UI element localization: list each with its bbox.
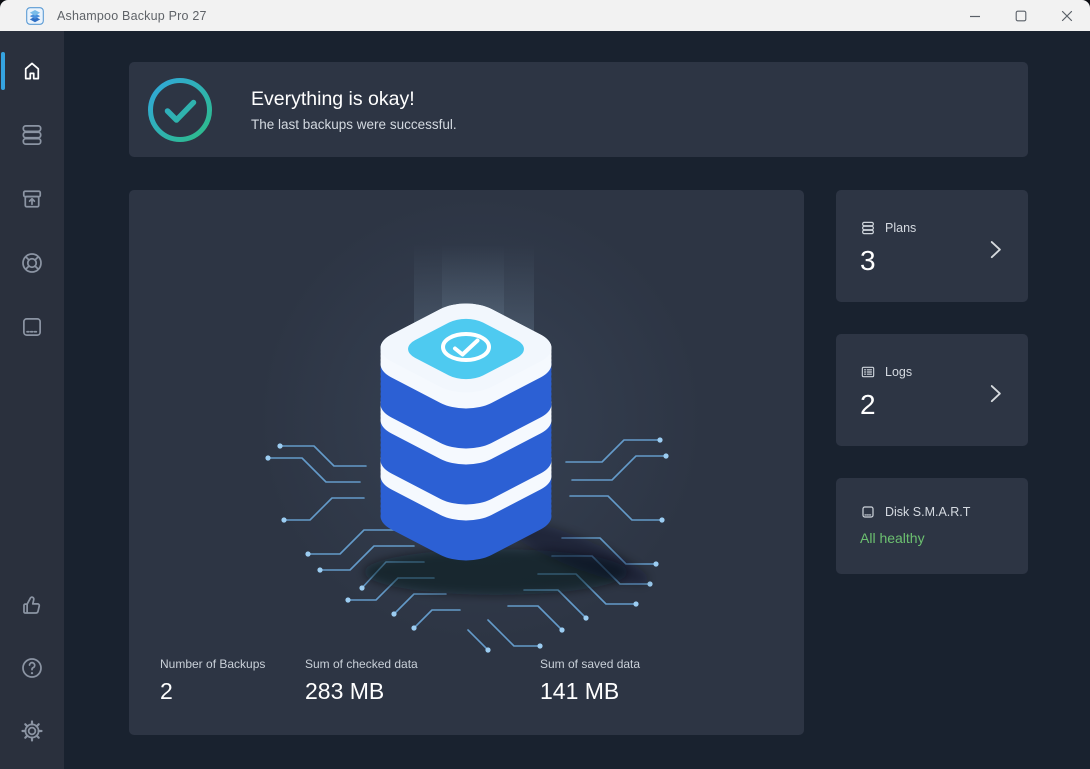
window-controls (952, 0, 1090, 31)
main-area: Everything is okay! The last backups wer… (64, 31, 1090, 769)
close-icon (1061, 10, 1073, 22)
sidebar (0, 31, 64, 769)
card-label: Logs (885, 365, 912, 379)
backup-stack-illustration (256, 230, 676, 670)
stat-saved-data: Sum of saved data 141 MB (540, 657, 640, 705)
card-label: Plans (885, 221, 916, 235)
maximize-button[interactable] (998, 0, 1044, 31)
minimize-button[interactable] (952, 0, 998, 31)
thumbs-up-icon (19, 592, 45, 618)
maximize-icon (1015, 10, 1027, 22)
banner-title: Everything is okay! (251, 88, 457, 111)
minimize-icon (969, 10, 981, 22)
app-logo-icon (26, 7, 44, 25)
banner-subtitle: The last backups were successful. (251, 117, 457, 132)
titlebar: Ashampoo Backup Pro 27 (0, 0, 1090, 31)
disk-smart-card[interactable]: Disk S.M.A.R.T All healthy (836, 478, 1028, 574)
hard-drive-icon (860, 504, 876, 520)
sidebar-item-restore[interactable] (0, 175, 64, 223)
drives-stack-icon (19, 122, 45, 148)
sidebar-bottom (0, 581, 64, 755)
window-title: Ashampoo Backup Pro 27 (57, 9, 207, 23)
question-circle-icon (19, 655, 45, 681)
plans-card[interactable]: Plans 3 (836, 190, 1028, 302)
overview-card: Number of Backups 2 Sum of checked data … (129, 190, 804, 735)
stat-value: 141 MB (540, 678, 640, 705)
stat-number-of-backups: Number of Backups 2 (160, 657, 305, 705)
chevron-right-icon (982, 235, 1008, 265)
logs-card[interactable]: Logs 2 (836, 334, 1028, 446)
log-list-icon (860, 364, 876, 380)
check-circle-icon (147, 77, 213, 143)
box-arrow-up-icon (19, 186, 45, 212)
home-icon (19, 58, 45, 84)
banner-text: Everything is okay! The last backups wer… (251, 88, 457, 132)
sidebar-item-backup-plans[interactable] (0, 111, 64, 159)
side-column: Plans 3 Logs (836, 190, 1028, 735)
sidebar-item-rate[interactable] (0, 581, 64, 629)
drives-stack-icon (860, 220, 876, 236)
gear-icon (19, 718, 45, 744)
sidebar-item-rescue[interactable] (0, 239, 64, 287)
stat-label: Number of Backups (160, 657, 305, 671)
app-window: Ashampoo Backup Pro 27 (0, 0, 1090, 769)
card-label: Disk S.M.A.R.T (885, 505, 970, 519)
sidebar-item-settings[interactable] (0, 707, 64, 755)
stat-checked-data: Sum of checked data 283 MB (305, 657, 540, 705)
status-banner: Everything is okay! The last backups wer… (129, 62, 1028, 157)
sidebar-item-disks[interactable] (0, 303, 64, 351)
stat-value: 2 (160, 678, 305, 705)
backup-stats: Number of Backups 2 Sum of checked data … (160, 657, 640, 705)
stat-label: Sum of saved data (540, 657, 640, 671)
sidebar-item-home[interactable] (0, 47, 64, 95)
stat-value: 283 MB (305, 678, 540, 705)
hard-drive-icon (19, 314, 45, 340)
life-buoy-icon (19, 250, 45, 276)
chevron-right-icon (982, 379, 1008, 409)
sidebar-item-help[interactable] (0, 644, 64, 692)
stat-label: Sum of checked data (305, 657, 540, 671)
disk-smart-status: All healthy (860, 530, 1028, 546)
close-button[interactable] (1044, 0, 1090, 31)
